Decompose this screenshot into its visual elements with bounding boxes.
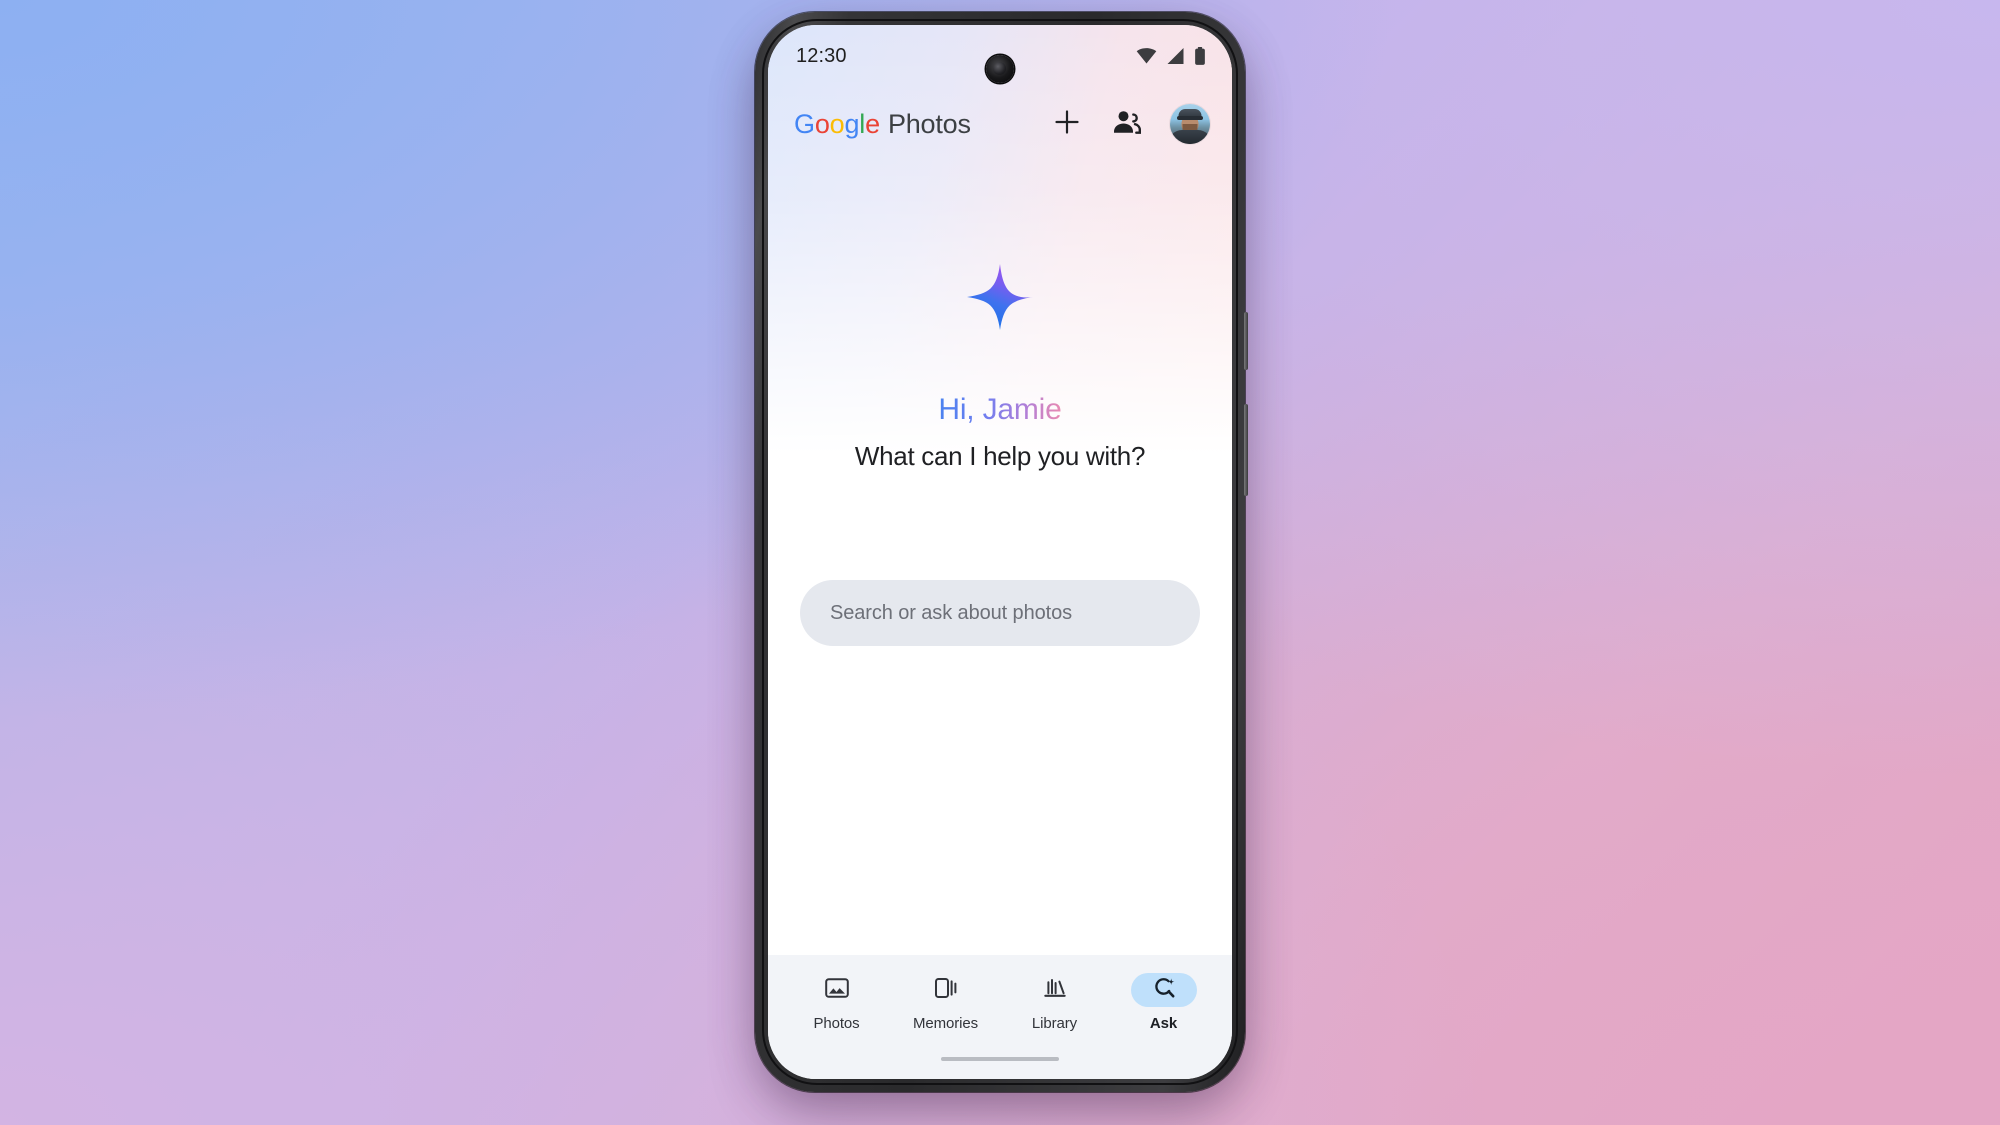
greeting-title: Hi, Jamie <box>938 393 1062 426</box>
battery-icon <box>1194 47 1206 65</box>
account-avatar[interactable] <box>1170 104 1210 144</box>
nav-item-memories[interactable]: Memories <box>898 973 994 1032</box>
search-placeholder: Search or ask about photos <box>830 601 1072 624</box>
plus-icon <box>1054 109 1080 140</box>
google-wordmark: Google <box>794 109 880 140</box>
google-letter-g2: g <box>844 108 860 139</box>
nav-pill-ask <box>1130 973 1197 1007</box>
avatar-cap-brim <box>1177 116 1203 120</box>
nav-item-library[interactable]: Library <box>1007 973 1103 1032</box>
ask-home-content: Hi, Jamie What can I help you with? Sear… <box>768 161 1232 955</box>
front-camera-punch-hole <box>986 55 1014 83</box>
volume-button[interactable] <box>1244 404 1248 496</box>
product-name-photos: Photos <box>887 108 971 139</box>
power-button[interactable] <box>1244 312 1248 370</box>
status-bar-clock: 12:30 <box>796 44 847 67</box>
gesture-home-indicator[interactable] <box>941 1057 1059 1061</box>
status-bar-icons <box>1136 47 1206 65</box>
google-letter-o2: o <box>829 108 845 139</box>
google-letter-g1: G <box>794 108 815 139</box>
phone-screen: 12:30 Google Photos Hi, Jamie What can I… <box>768 25 1232 1079</box>
nav-pill-photos <box>804 973 870 1007</box>
nav-label-memories: Memories <box>912 1015 979 1032</box>
phone-mockup: 12:30 Google Photos Hi, Jamie What can I… <box>755 12 1248 1112</box>
nav-pill-library <box>1022 973 1088 1007</box>
cellular-signal-icon <box>1166 48 1185 64</box>
google-letter-e: e <box>865 108 880 139</box>
app-bar-actions <box>1050 104 1210 144</box>
people-icon <box>1113 110 1141 139</box>
ask-search-sparkle-icon <box>1151 975 1177 1006</box>
sharing-button[interactable] <box>1110 107 1144 141</box>
search-input[interactable]: Search or ask about photos <box>800 580 1200 646</box>
gemini-sparkle-icon <box>966 263 1034 331</box>
library-books-icon <box>1042 975 1068 1006</box>
phone-frame: 12:30 Google Photos Hi, Jamie What can I… <box>755 12 1248 1092</box>
wifi-icon <box>1136 48 1157 64</box>
nav-item-photos[interactable]: Photos <box>789 973 885 1032</box>
google-photos-logo: Google Photos <box>794 109 971 140</box>
nav-label-library: Library <box>1031 1015 1078 1032</box>
app-bar: Google Photos <box>768 87 1232 161</box>
google-letter-o1: o <box>814 108 830 139</box>
nav-label-ask: Ask <box>1149 1015 1178 1032</box>
add-button[interactable] <box>1050 107 1084 141</box>
nav-item-ask[interactable]: Ask <box>1116 973 1212 1032</box>
photo-image-icon <box>824 975 850 1006</box>
nav-pill-memories <box>913 973 979 1007</box>
avatar-torso <box>1170 130 1210 144</box>
nav-label-photos: Photos <box>813 1015 860 1032</box>
greeting-subtitle: What can I help you with? <box>854 441 1146 471</box>
memories-cards-icon <box>933 975 959 1006</box>
